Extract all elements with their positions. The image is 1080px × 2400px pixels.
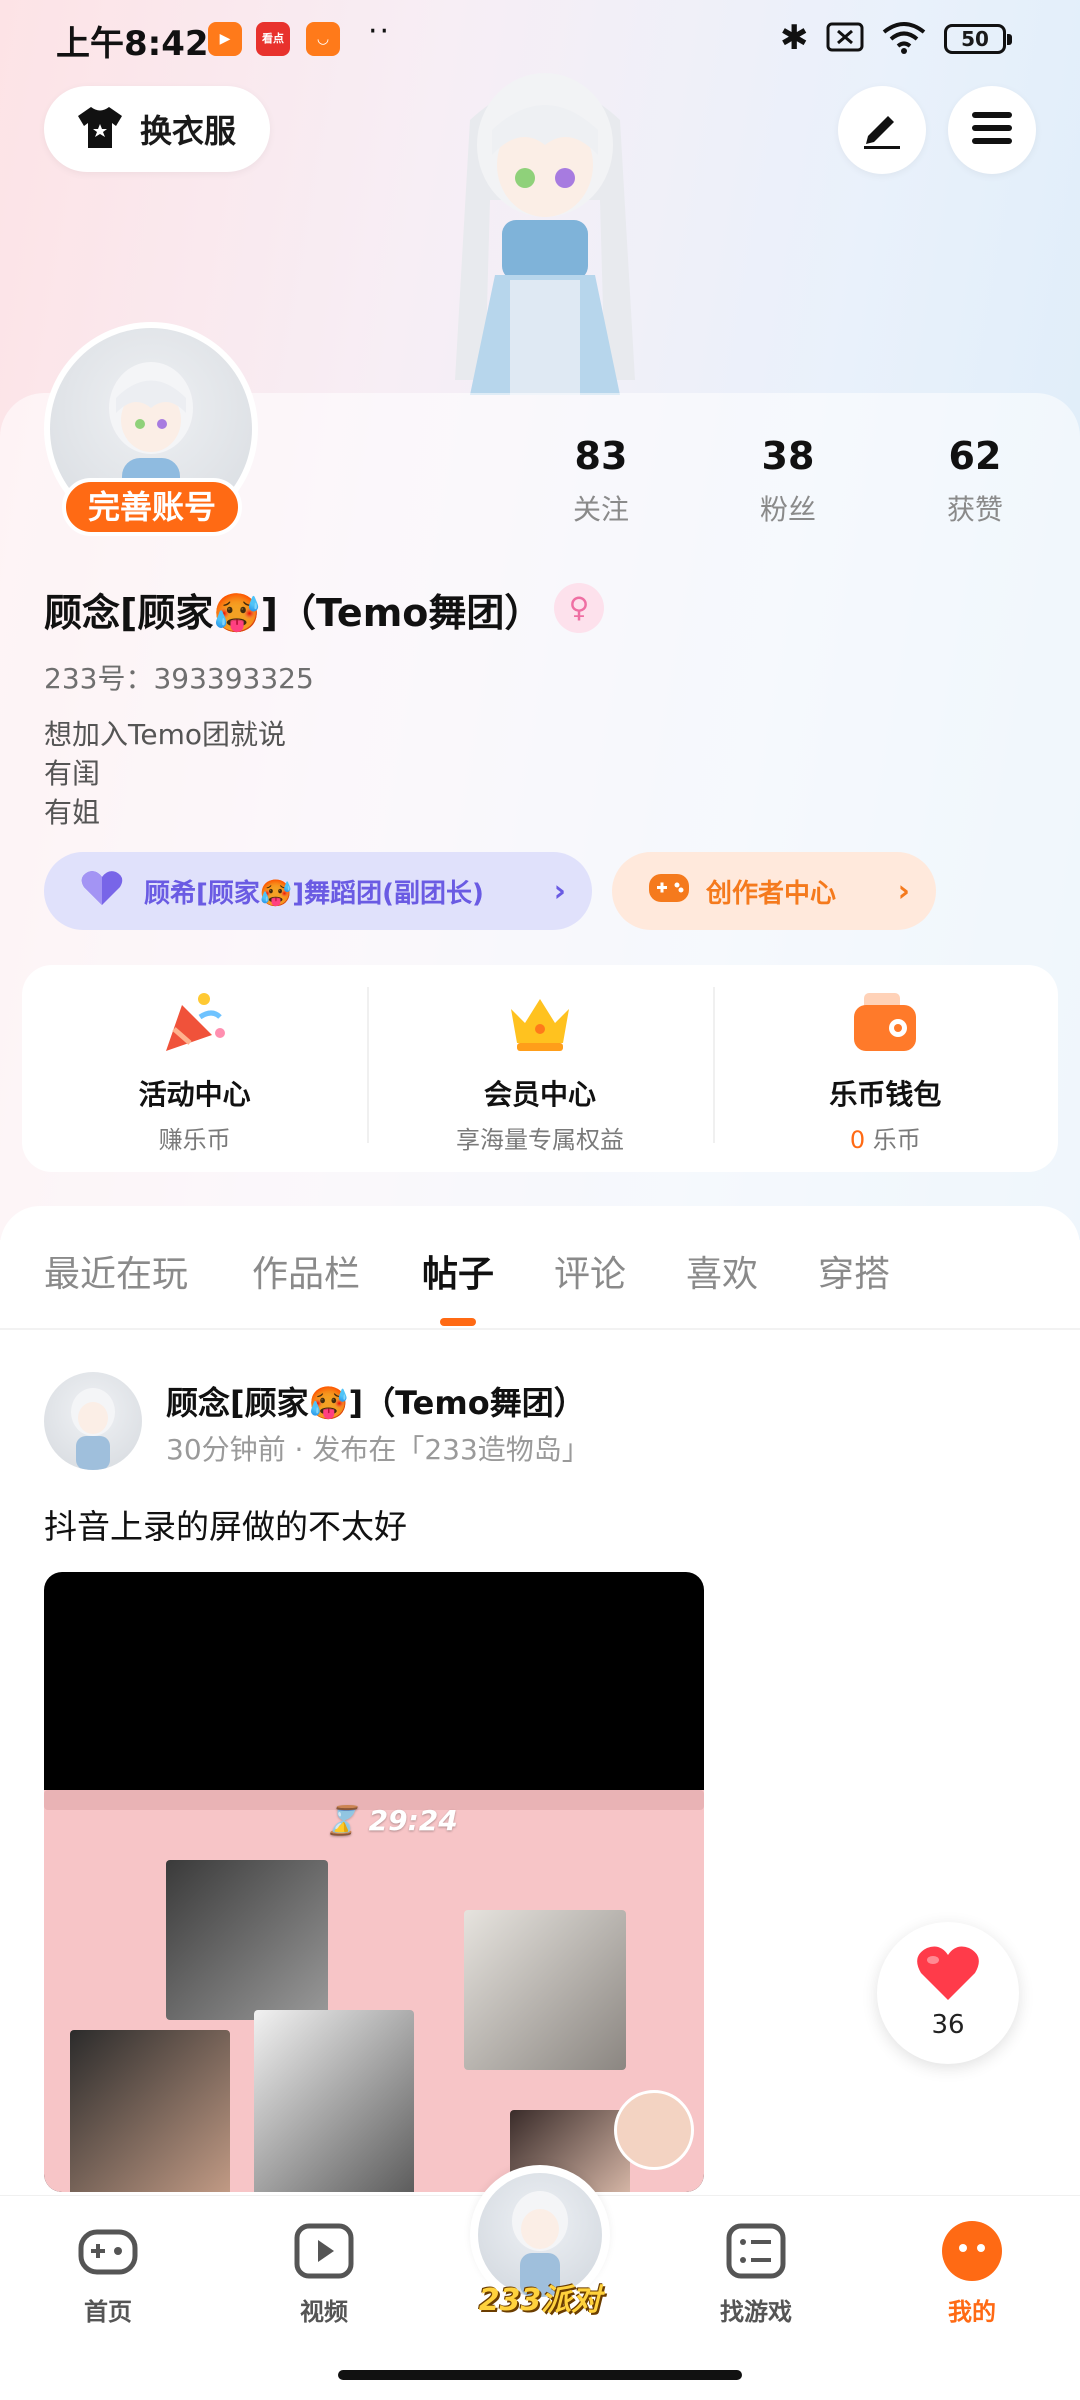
change-outfit-label: 换衣服 xyxy=(140,112,237,150)
gender-female-icon: ♀ xyxy=(554,583,604,633)
nav-find-games-label: 找游戏 xyxy=(720,2298,792,2326)
more-notifs-icon: ·· xyxy=(368,14,392,49)
following-count: 83 xyxy=(574,434,628,478)
nav-video[interactable]: 视频 xyxy=(254,2218,394,2327)
tabs-divider xyxy=(0,1328,1080,1330)
following-label: 关注 xyxy=(572,493,629,526)
heart-icon xyxy=(80,869,124,914)
nav-me-label: 我的 xyxy=(948,2298,996,2326)
game-controller-icon xyxy=(648,871,690,912)
vip-center-title: 会员中心 xyxy=(483,1078,596,1111)
post-author-name[interactable]: 顾念[顾家🥵]（Temo舞团） xyxy=(166,1378,586,1424)
heart-icon xyxy=(915,1944,981,2006)
followers-count: 38 xyxy=(761,434,815,478)
activity-center-sub: 赚乐币 xyxy=(158,1126,231,1154)
face-icon xyxy=(939,2218,1005,2284)
nav-home-label: 首页 xyxy=(84,2298,132,2326)
nav-me[interactable]: 我的 xyxy=(902,2218,1042,2327)
likes-received-count: 62 xyxy=(948,434,1002,478)
bluetooth-icon: ✱ xyxy=(780,18,809,58)
tab-likes[interactable]: 喜欢 xyxy=(686,1245,758,1297)
creator-center-label: 创作者中心 xyxy=(706,878,837,909)
coin-wallet-button[interactable]: 乐币钱包 0 乐币 xyxy=(712,965,1058,1172)
feature-shortcuts: 活动中心 赚乐币 会员中心 享海量专属权益 乐币钱包 0 乐币 xyxy=(22,965,1058,1172)
status-time: 上午8:42 xyxy=(56,24,209,64)
wallet-icon xyxy=(850,987,920,1057)
coin-unit: 乐币 xyxy=(872,1126,921,1154)
kandian-app-notif-icon: 看点 xyxy=(256,22,290,56)
post-text[interactable]: 抖音上录的屏做的不太好 xyxy=(44,1500,407,1548)
post-author-avatar[interactable] xyxy=(44,1372,142,1470)
bio-line: 想加入Temo团就说 xyxy=(44,718,286,751)
likes-stat[interactable]: 62 获赞 xyxy=(895,434,1055,528)
tab-outfits[interactable]: 穿搭 xyxy=(818,1245,890,1297)
activity-center-title: 活动中心 xyxy=(138,1078,251,1111)
pencil-icon xyxy=(860,106,904,154)
hamburger-icon xyxy=(970,108,1014,152)
tab-comments[interactable]: 评论 xyxy=(554,1245,626,1297)
tab-recently-played[interactable]: 最近在玩 xyxy=(44,1245,188,1297)
nav-find-games[interactable]: 找游戏 xyxy=(686,2218,826,2327)
video-frame xyxy=(44,1790,704,2192)
like-count: 36 xyxy=(931,2010,965,2040)
post-video[interactable]: ⌛ 29:24 xyxy=(44,1572,704,2192)
play-icon xyxy=(291,2218,357,2284)
activity-center-button[interactable]: 活动中心 赚乐币 xyxy=(22,965,367,1172)
complete-account-button[interactable]: 完善账号 xyxy=(62,478,242,536)
user-id[interactable]: 233号：393393325 xyxy=(44,657,314,697)
video-timer: ⌛ 29:24 xyxy=(324,1804,458,1837)
coin-wallet-sub: 0 乐币 xyxy=(713,1120,1058,1155)
like-button[interactable]: 36 xyxy=(877,1922,1019,2064)
home-indicator[interactable] xyxy=(338,2370,742,2380)
tab-works[interactable]: 作品栏 xyxy=(252,1245,360,1297)
coin-balance: 0 xyxy=(849,1126,866,1154)
video-app-notif-icon: ▶ xyxy=(208,22,242,56)
sim-off-icon xyxy=(826,22,864,56)
nav-home[interactable]: 首页 xyxy=(38,2218,178,2327)
creator-center-button[interactable]: 创作者中心 › xyxy=(612,852,936,930)
following-stat[interactable]: 83 关注 xyxy=(521,434,681,528)
video-timer-text: 29:24 xyxy=(368,1804,458,1837)
profile-nickname: 顾念[顾家🥵]（Temo舞团） xyxy=(44,591,543,635)
bio-line: 有姐 xyxy=(44,796,101,829)
active-tab-indicator xyxy=(440,1318,476,1326)
bio-line: 有闺 xyxy=(44,757,101,790)
vip-center-button[interactable]: 会员中心 享海量专属权益 xyxy=(367,965,712,1172)
post-meta: 30分钟前 · 发布在「233造物岛」 xyxy=(166,1433,590,1466)
wifi-icon xyxy=(882,20,926,58)
nav-video-label: 视频 xyxy=(300,2298,348,2326)
chevron-right-icon: › xyxy=(553,873,566,909)
crown-icon xyxy=(505,987,575,1057)
dance-team-label: 顾希[顾家🥵]舞蹈团(副团长) xyxy=(144,878,484,909)
gamepad-icon xyxy=(75,2218,141,2284)
vip-center-sub: 享海量专属权益 xyxy=(455,1126,624,1154)
battery-indicator: 50 xyxy=(944,24,1012,54)
likes-received-label: 获赞 xyxy=(946,493,1003,526)
dance-team-button[interactable]: 顾希[顾家🥵]舞蹈团(副团长) › xyxy=(44,852,592,930)
followers-label: 粉丝 xyxy=(759,493,816,526)
party-label[interactable]: 233派对 xyxy=(475,2275,605,2319)
chevron-right-icon: › xyxy=(897,873,910,909)
edit-profile-button[interactable] xyxy=(838,86,926,174)
coin-wallet-title: 乐币钱包 xyxy=(829,1078,942,1111)
party-popper-icon xyxy=(160,987,230,1057)
list-icon xyxy=(723,2218,789,2284)
menu-button[interactable] xyxy=(948,86,1036,174)
avatar-3d-figure[interactable] xyxy=(410,50,680,395)
tab-posts[interactable]: 帖子 xyxy=(422,1245,494,1297)
shop-app-notif-icon: ◡ xyxy=(306,22,340,56)
followers-stat[interactable]: 38 粉丝 xyxy=(708,434,868,528)
tshirt-icon xyxy=(74,104,126,154)
change-outfit-button[interactable]: 换衣服 xyxy=(44,86,270,172)
